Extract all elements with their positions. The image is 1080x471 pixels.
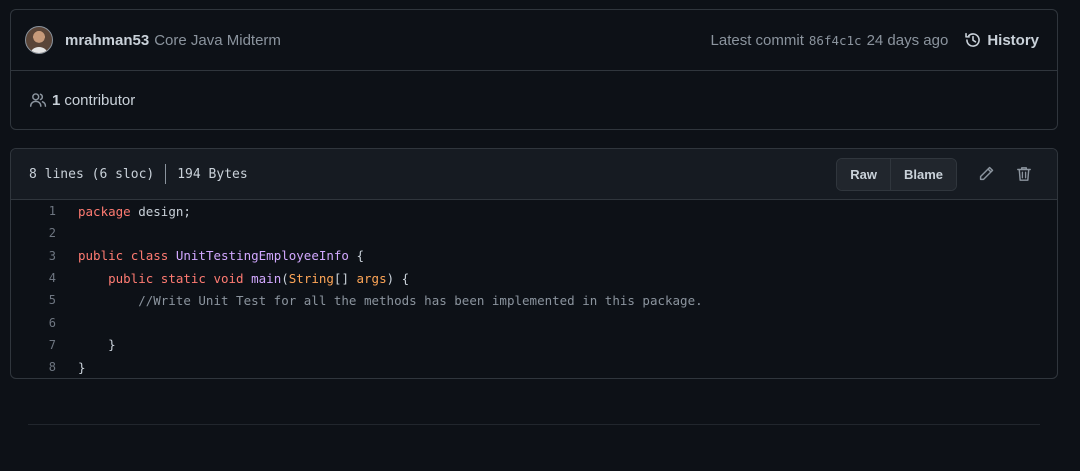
token-text: [] — [333, 270, 357, 286]
latest-commit-row: mrahman53 Core Java Midterm Latest commi… — [11, 10, 1057, 71]
token-keyword: public — [108, 270, 154, 286]
trash-icon — [1017, 167, 1031, 181]
token-type: String — [288, 270, 334, 286]
line-number[interactable]: 4 — [11, 271, 67, 285]
token-keyword: class — [130, 248, 169, 264]
file-viewer: 8 lines (6 sloc) 194 Bytes Raw Blame 1 p… — [10, 148, 1058, 379]
code-line: 2 — [11, 222, 1057, 244]
line-content: package design; — [67, 204, 191, 219]
header-divider — [165, 164, 167, 184]
commit-age: 24 days ago — [866, 31, 949, 49]
token-text: ) { — [386, 270, 410, 286]
token-keyword: public — [78, 248, 124, 264]
line-number[interactable]: 2 — [11, 226, 67, 240]
line-content: public class UnitTestingEmployeeInfo { — [67, 248, 364, 263]
line-content: public static void main(String[] args) { — [67, 271, 409, 286]
code-line: 1 package design; — [11, 200, 1057, 222]
commit-sha[interactable]: 86f4c1c — [809, 33, 862, 48]
commit-author[interactable]: mrahman53 — [65, 32, 149, 49]
history-button[interactable]: History — [964, 31, 1039, 49]
avatar[interactable] — [25, 26, 53, 54]
code-line: 8 } — [11, 356, 1057, 378]
code-line: 3 public class UnitTestingEmployeeInfo { — [11, 245, 1057, 267]
code-line: 4 public static void main(String[] args)… — [11, 267, 1057, 289]
commit-panel: mrahman53 Core Java Midterm Latest commi… — [10, 9, 1058, 130]
line-content: } — [78, 359, 86, 375]
commit-message[interactable]: Core Java Midterm — [154, 32, 281, 49]
delete-button[interactable] — [1015, 165, 1033, 183]
pencil-icon — [979, 166, 994, 181]
line-number[interactable]: 7 — [11, 338, 67, 352]
line-number[interactable]: 1 — [11, 204, 67, 218]
token-text: design; — [130, 203, 191, 219]
token-keyword: static — [160, 270, 206, 286]
token-function: main — [251, 270, 282, 286]
contributors-row[interactable]: 1 contributor — [11, 71, 1057, 129]
blame-button[interactable]: Blame — [889, 158, 956, 190]
line-number[interactable]: 6 — [11, 316, 67, 330]
code-line: 6 — [11, 311, 1057, 333]
people-icon — [29, 93, 47, 107]
file-lines-info: 8 lines (6 sloc) — [29, 166, 155, 182]
code-line: 5 //Write Unit Test for all the methods … — [11, 289, 1057, 311]
footer-divider — [28, 424, 1040, 425]
raw-button[interactable]: Raw — [837, 158, 890, 190]
code-line: 7 } — [11, 334, 1057, 356]
token-parameter: args — [356, 270, 387, 286]
token-keyword: void — [213, 270, 244, 286]
history-label: History — [987, 31, 1039, 49]
edit-button[interactable] — [977, 165, 995, 183]
token-class-name: UnitTestingEmployeeInfo — [175, 248, 349, 264]
line-number[interactable]: 8 — [11, 360, 67, 374]
line-number[interactable]: 5 — [11, 293, 67, 307]
contributors-count: 1 — [52, 91, 61, 109]
file-size: 194 Bytes — [177, 166, 248, 182]
line-number[interactable]: 3 — [11, 249, 67, 263]
latest-commit-label: Latest commit — [710, 31, 804, 49]
token-comment: //Write Unit Test for all the methods ha… — [78, 292, 703, 308]
file-actions-group: Raw Blame — [836, 157, 957, 191]
contributors-label: contributor — [64, 91, 136, 109]
file-header: 8 lines (6 sloc) 194 Bytes Raw Blame — [11, 149, 1057, 200]
history-icon — [965, 32, 981, 47]
token-text: { — [348, 248, 365, 264]
token-keyword: package — [78, 203, 131, 219]
token-text: ( — [281, 270, 289, 286]
line-content: } — [78, 337, 116, 353]
code-view: 1 package design; 2 3 public class UnitT… — [11, 200, 1057, 378]
